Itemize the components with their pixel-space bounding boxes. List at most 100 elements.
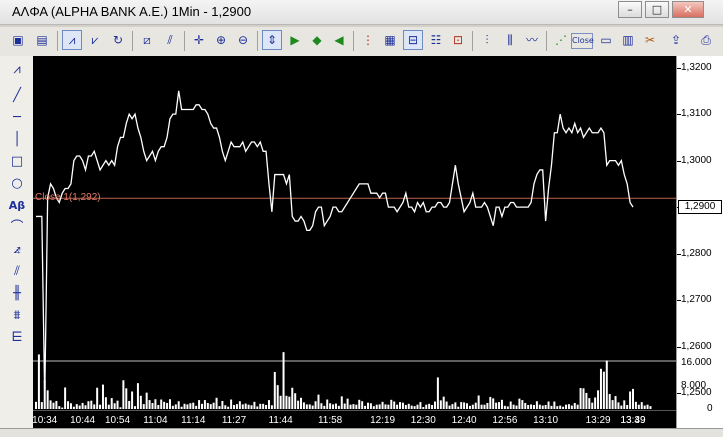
crossed-lines-icon[interactable]: ╫ xyxy=(6,284,28,304)
volume-bar xyxy=(599,368,602,409)
scroll-both-icon[interactable]: ◆ xyxy=(307,30,327,50)
text-tool-icon[interactable]: Aβ xyxy=(6,196,28,216)
fibonacci-icon[interactable]: ⩩ xyxy=(6,306,28,326)
volume-bar xyxy=(145,392,148,409)
scroll-end-icon[interactable]: ▶ xyxy=(285,30,305,50)
volume-bar xyxy=(279,395,282,409)
volume-bar xyxy=(192,402,195,409)
save-icon[interactable]: ▣ xyxy=(8,30,28,50)
volume-bar xyxy=(492,398,495,409)
volume-tick-label: 8.000 xyxy=(681,380,707,392)
minimize-button[interactable]: – xyxy=(618,1,642,18)
fan-icon[interactable]: ⦨ xyxy=(6,240,28,260)
volume-bar xyxy=(151,402,154,409)
volume-bar xyxy=(381,401,384,409)
volume-bar xyxy=(308,404,311,409)
volume-bar xyxy=(300,397,303,409)
volume-bar xyxy=(163,401,166,409)
scroll-start-icon[interactable]: ◀ xyxy=(329,30,349,50)
tools-icon[interactable]: ✂ xyxy=(640,30,660,50)
chart-plot xyxy=(33,90,676,409)
volume-bar xyxy=(629,391,632,409)
close-indicator-button[interactable]: Close xyxy=(571,33,594,49)
window-titlebar: ΑΛΦΑ (ALPHA BANK A.E.) 1Min - 1,2900 – □… xyxy=(0,0,723,25)
volume-bar xyxy=(262,403,265,409)
volume-bar xyxy=(567,404,570,409)
vertical-line-icon[interactable]: │ xyxy=(6,130,28,150)
volume-bar xyxy=(320,403,323,409)
export-icon[interactable]: ⇪ xyxy=(666,30,686,50)
time-tick-label: 13:29 xyxy=(585,415,611,426)
volume-bar xyxy=(626,404,629,409)
candlestick-icon[interactable]: ⫼ xyxy=(500,30,520,50)
volume-bar xyxy=(425,404,428,409)
volume-bar xyxy=(142,404,145,409)
time-tick-label: 10:44 xyxy=(70,415,96,426)
volume-bar xyxy=(515,405,518,409)
volume-bar xyxy=(160,399,163,409)
volume-bar xyxy=(471,404,474,409)
volume-bar xyxy=(550,405,553,409)
draw-line-icon[interactable]: ╱ xyxy=(6,86,28,106)
data-window-icon[interactable]: ⋮ xyxy=(358,30,378,50)
grid-icon[interactable]: ▦ xyxy=(380,30,400,50)
volume-bar xyxy=(474,402,477,409)
indicator-icon[interactable]: ⧄ xyxy=(137,30,157,50)
volume-bar xyxy=(224,405,227,409)
window-icon[interactable]: ▭ xyxy=(596,30,616,50)
channel-icon[interactable]: ⫽ xyxy=(6,262,28,282)
table-icon[interactable]: ☷ xyxy=(426,30,446,50)
volume-bar xyxy=(75,404,78,409)
volume-bar xyxy=(407,403,410,409)
time-tick-label: 13:10 xyxy=(533,415,559,426)
rectangle-icon[interactable]: □ xyxy=(6,152,28,172)
volume-bar xyxy=(498,402,501,409)
zoom-in-icon[interactable]: ⊕ xyxy=(211,30,231,50)
bar-chart-icon[interactable]: ⩗ xyxy=(85,30,105,50)
line-chart-icon[interactable]: ⩘ xyxy=(62,30,82,50)
ellipse-icon[interactable]: ○ xyxy=(6,174,28,194)
volume-bar xyxy=(637,404,640,409)
volume-bar xyxy=(37,354,40,409)
volume-bar xyxy=(119,407,122,409)
zoom-out-icon[interactable]: ⊖ xyxy=(233,30,253,50)
trendline-icon[interactable]: ⫽ xyxy=(160,30,180,50)
speed-lines-icon[interactable]: ⋿ xyxy=(6,328,28,348)
horizontal-line-icon[interactable]: ─ xyxy=(6,108,28,128)
price-tick-label: 1,3100 xyxy=(681,108,712,120)
layout-icon[interactable]: ▥ xyxy=(618,30,638,50)
volume-bar xyxy=(87,401,90,409)
chart-type-icon[interactable]: ⩘ xyxy=(6,60,28,80)
volume-bar xyxy=(122,380,125,409)
volume-tick-label: 16.000 xyxy=(681,357,712,369)
volume-bar xyxy=(468,405,471,409)
volume-bar xyxy=(227,406,230,409)
fit-icon[interactable]: ⇕ xyxy=(262,30,282,50)
print-icon[interactable]: ⎙ xyxy=(696,30,716,50)
volume-bar xyxy=(291,387,294,409)
crosshair-icon[interactable]: ✛ xyxy=(189,30,209,50)
maximize-button[interactable]: □ xyxy=(645,1,669,18)
properties-icon[interactable]: ▤ xyxy=(32,30,52,50)
line-style-icon[interactable]: 〰 xyxy=(522,30,542,50)
volume-bar xyxy=(530,404,533,409)
volume-bar xyxy=(585,392,588,409)
period-icon[interactable]: ⊡ xyxy=(448,30,468,50)
volume-bar xyxy=(221,400,224,409)
volume-bar xyxy=(317,394,320,409)
ohlc-icon[interactable]: ⫶ xyxy=(477,30,497,50)
volume-bar xyxy=(93,404,96,409)
close-window-button[interactable]: ✕ xyxy=(672,1,704,18)
volume-bar xyxy=(46,390,49,409)
volume-bar xyxy=(183,403,186,409)
arc-icon[interactable]: ⌒ xyxy=(6,218,28,238)
volume-bar xyxy=(282,352,285,409)
volume-bar xyxy=(218,406,221,409)
nodes-icon[interactable]: ⋰ xyxy=(551,30,571,50)
scale-icon[interactable]: ⊟ xyxy=(403,30,423,50)
volume-bar xyxy=(352,404,355,409)
volume-bar xyxy=(617,402,620,409)
volume-bar xyxy=(72,406,75,409)
price-chart[interactable]: Close 1(1,292) 10:34 10:44 10:54 11:04 11:14… xyxy=(33,56,676,428)
refresh-icon[interactable]: ↻ xyxy=(108,30,128,50)
